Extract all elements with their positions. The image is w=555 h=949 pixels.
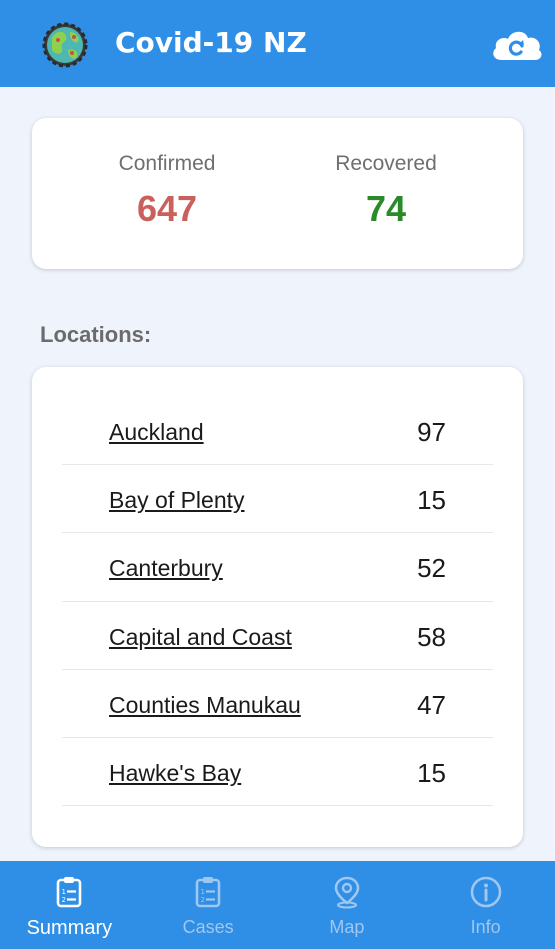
location-count: 58 <box>417 621 446 652</box>
info-icon <box>470 876 501 908</box>
nav-label-summary: Summary <box>26 917 113 939</box>
locations-list: Auckland 97 Bay of Plenty 15 Canterbury … <box>62 397 493 807</box>
svg-text:2: 2 <box>201 896 205 904</box>
location-link-counties-manukau[interactable]: Counties Manukau <box>109 692 301 719</box>
location-link-bay-of-plenty[interactable]: Bay of Plenty <box>109 487 245 514</box>
bottom-nav: 1 2 Summary 1 2 Cases Map Info <box>0 861 555 949</box>
locations-heading: Locations: <box>40 322 152 347</box>
app-title: Covid-19 NZ <box>115 26 307 59</box>
app-bar: Covid-19 NZ <box>0 0 555 87</box>
location-count: 15 <box>417 757 446 788</box>
nav-cases[interactable]: 1 2 Cases <box>139 861 278 949</box>
location-link-hawkes-bay[interactable]: Hawke's Bay <box>109 760 241 787</box>
location-row: Hawke's Bay 15 <box>62 738 493 807</box>
location-row: Counties Manukau 47 <box>62 670 493 738</box>
recovered-stat: Recovered 74 <box>286 152 486 230</box>
location-link-auckland[interactable]: Auckland <box>109 419 204 446</box>
svg-text:1: 1 <box>201 888 205 896</box>
nav-label-map: Map <box>329 917 365 937</box>
recovered-label: Recovered <box>335 152 437 175</box>
svg-text:1: 1 <box>62 888 66 896</box>
location-count: 52 <box>417 553 446 584</box>
clipboard-list-icon: 1 2 <box>195 877 221 908</box>
nav-map[interactable]: Map <box>278 861 417 949</box>
confirmed-label: Confirmed <box>118 152 216 175</box>
clipboard-list-icon: 1 2 <box>57 877 82 908</box>
map-pin-icon <box>334 876 360 909</box>
location-row: Auckland 97 <box>62 397 493 466</box>
location-count: 15 <box>417 485 446 516</box>
location-link-canterbury[interactable]: Canterbury <box>109 555 223 582</box>
location-row: Bay of Plenty 15 <box>62 465 493 534</box>
nav-label-info: Info <box>470 917 501 937</box>
location-count: 97 <box>417 417 446 447</box>
location-row: Canterbury 52 <box>62 533 493 602</box>
nav-label-cases: Cases <box>182 917 234 937</box>
cloud-refresh-icon[interactable] <box>489 24 545 64</box>
summary-card: Confirmed 647 Recovered 74 <box>32 118 523 269</box>
confirmed-stat: Confirmed 647 <box>67 152 267 230</box>
nav-summary[interactable]: 1 2 Summary <box>0 861 139 949</box>
locations-card: Auckland 97 Bay of Plenty 15 Canterbury … <box>32 367 523 847</box>
recovered-value: 74 <box>365 188 407 229</box>
location-row: Capital and Coast 58 <box>62 602 493 670</box>
globe-virus-icon <box>42 22 88 68</box>
svg-text:2: 2 <box>62 896 66 904</box>
location-link-capital-and-coast[interactable]: Capital and Coast <box>109 624 292 651</box>
location-count: 47 <box>417 689 446 720</box>
confirmed-value: 647 <box>136 188 198 229</box>
nav-info[interactable]: Info <box>416 861 555 949</box>
